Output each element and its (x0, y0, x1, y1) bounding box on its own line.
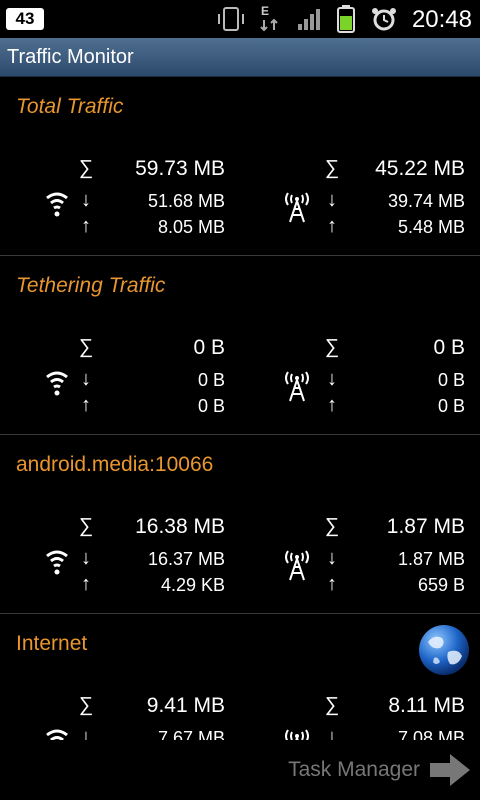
download-value: 16.37 MB (147, 549, 225, 569)
upload-value: 4.29 KB (160, 575, 225, 595)
section-title: android.media:10066 (16, 453, 214, 476)
wifi-stats: ∑ 0 B ↓ 0 B ↑ 0 B (0, 332, 240, 422)
network-type-label: E (261, 4, 270, 18)
mobile-stats: ∑ 45.22 MB ↓ 39.74 MB ↑ 5.48 MB (240, 153, 480, 243)
total-value: 1.87 MB (386, 515, 465, 538)
alarm-clock-icon (372, 8, 396, 31)
download-arrow: ↓ (81, 189, 91, 211)
status-bar: 43 E 20:48 (0, 0, 480, 38)
sum-symbol: ∑ (78, 694, 94, 716)
upload-arrow: ↑ (327, 573, 337, 595)
download-value: 7.67 MB (157, 728, 225, 740)
upload-row: ↑ 8.05 MB (0, 215, 240, 241)
sum-symbol: ∑ (324, 694, 340, 716)
total-value: 45.22 MB (375, 157, 465, 180)
traffic-section-internet[interactable]: Internet ∑ 9.41 MB ↓ 7.67 MB ∑ 8.11 MB ↓… (0, 614, 480, 740)
download-value: 0 B (197, 370, 225, 390)
sum-symbol: ∑ (324, 336, 340, 358)
globe-icon (419, 625, 469, 675)
upload-arrow: ↑ (327, 215, 337, 237)
download-value: 1.87 MB (397, 549, 465, 569)
total-value: 0 B (433, 336, 465, 359)
mobile-stats: ∑ 1.87 MB ↓ 1.87 MB ↑ 659 B (240, 511, 480, 601)
sum-symbol: ∑ (324, 157, 340, 179)
edge-data-icon: E (258, 4, 282, 32)
notification-count-badge[interactable]: 43 (6, 8, 44, 30)
sum-symbol: ∑ (78, 515, 94, 537)
clock: 20:48 (411, 6, 472, 33)
download-arrow: ↓ (81, 368, 91, 390)
upload-value: 8.05 MB (157, 217, 225, 237)
total-value: 9.41 MB (146, 694, 225, 717)
section-title: Internet (16, 632, 88, 655)
upload-value: 659 B (417, 575, 465, 595)
vibrate-icon (218, 7, 244, 31)
traffic-section-app[interactable]: android.media:10066 ∑ 16.38 MB ↓ 16.37 MB … (0, 435, 480, 614)
download-value: 7.08 MB (397, 728, 465, 740)
download-value: 0 B (437, 370, 465, 390)
download-arrow: ↓ (327, 368, 337, 390)
download-value: 51.68 MB (147, 191, 225, 211)
battery-icon (337, 5, 355, 33)
upload-arrow: ↑ (81, 215, 91, 237)
download-row: ↓ 51.68 MB (0, 189, 240, 215)
upload-arrow: ↑ (327, 394, 337, 416)
download-arrow: ↓ (327, 189, 337, 211)
download-arrow: ↓ (327, 726, 337, 740)
upload-value: 5.48 MB (397, 217, 465, 237)
bottom-bar: Task Manager (0, 740, 480, 800)
sum-symbol: ∑ (78, 157, 94, 179)
sum-symbol: ∑ (78, 336, 94, 358)
app-title-bar: Traffic Monitor (0, 38, 480, 77)
traffic-list[interactable]: Total Traffic ∑ 59.73 MB ↓ 51.68 MB ↑ 8.05 … (0, 77, 480, 740)
traffic-section-tethering[interactable]: Tethering Traffic ∑ 0 B ↓ 0 B ↑ 0 B ∑ 0 B ↓ 0… (0, 256, 480, 435)
upload-arrow: ↑ (81, 394, 91, 416)
sum-symbol: ∑ (324, 515, 340, 537)
mobile-stats: ∑ 8.11 MB ↓ 7.08 MB (240, 690, 480, 740)
total-value: 0 B (193, 336, 225, 359)
wifi-stats: ∑ 9.41 MB ↓ 7.67 MB (0, 690, 240, 740)
download-arrow: ↓ (81, 547, 91, 569)
download-arrow: ↓ (327, 547, 337, 569)
download-value: 39.74 MB (387, 191, 465, 211)
total-value: 16.38 MB (135, 515, 225, 538)
task-manager-button[interactable]: Task Manager (288, 758, 420, 782)
upload-arrow: ↑ (81, 573, 91, 595)
wifi-stats: ∑ 59.73 MB ↓ 51.68 MB ↑ 8.05 MB (0, 153, 240, 243)
upload-value: 0 B (437, 396, 465, 416)
traffic-section-total[interactable]: Total Traffic ∑ 59.73 MB ↓ 51.68 MB ↑ 8.05 … (0, 77, 480, 256)
upload-value: 0 B (197, 396, 225, 416)
app-title: Traffic Monitor (7, 46, 134, 68)
download-arrow: ↓ (81, 726, 91, 740)
arrow-right-icon[interactable] (428, 752, 472, 788)
total-row: ∑ 59.73 MB (0, 157, 240, 183)
total-value: 59.73 MB (135, 157, 225, 180)
signal-strength-icon (298, 9, 320, 30)
section-title: Total Traffic (16, 95, 124, 118)
section-title: Tethering Traffic (16, 274, 166, 297)
wifi-stats: ∑ 16.38 MB ↓ 16.37 MB ↑ 4.29 KB (0, 511, 240, 601)
mobile-stats: ∑ 0 B ↓ 0 B ↑ 0 B (240, 332, 480, 422)
total-value: 8.11 MB (388, 694, 465, 717)
